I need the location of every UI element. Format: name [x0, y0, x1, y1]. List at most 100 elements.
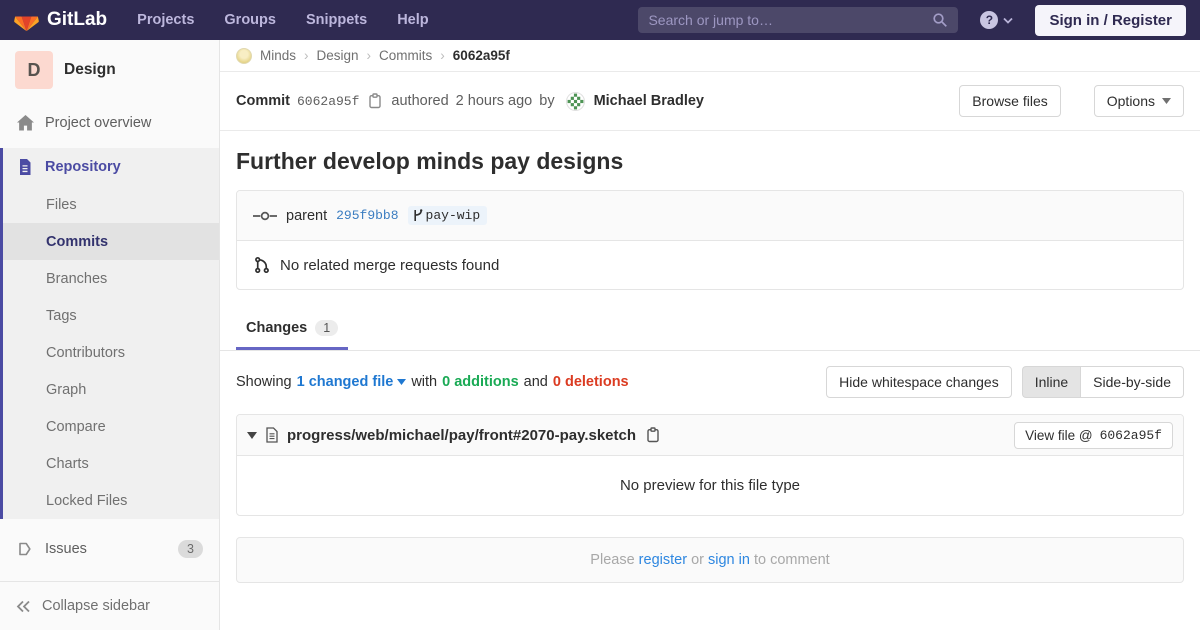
commit-sha: 6062a95f — [296, 93, 360, 109]
sidebar-item-label: Repository — [45, 159, 121, 175]
or-text: or — [691, 552, 704, 568]
to-comment-text: to comment — [753, 552, 830, 568]
global-search[interactable] — [638, 7, 959, 33]
changed-files-label: 1 changed file — [296, 374, 394, 390]
sidebar-item-compare[interactable]: Compare — [3, 408, 219, 445]
view-file-label: View file @ — [1025, 427, 1093, 443]
ref-badge[interactable]: pay-wip — [407, 206, 488, 225]
changed-files-dropdown[interactable]: 1 changed file — [297, 374, 407, 390]
diff-file-body: No preview for this file type — [237, 456, 1183, 515]
merge-request-icon — [253, 256, 271, 274]
main-content: Minds › Design › Commits › 6062a95f Comm… — [220, 0, 1200, 583]
register-link[interactable]: register — [639, 552, 687, 568]
sidebar-section-repository: Repository Files Commits Branches Tags C… — [0, 148, 219, 519]
browse-files-button[interactable]: Browse files — [959, 85, 1061, 117]
author-name[interactable]: Michael Bradley — [594, 93, 704, 109]
document-icon — [16, 159, 34, 175]
please-text: Please — [590, 552, 635, 568]
deletions-count: 0 deletions — [552, 374, 629, 390]
commit-parents-row: parent 295f9bb8 pay-wip — [237, 191, 1183, 241]
sign-in-register-button[interactable]: Sign in / Register — [1035, 4, 1186, 36]
diff-file-header: progress/web/michael/pay/front#2070-pay.… — [237, 415, 1183, 456]
commit-meta-bar: Commit 6062a95f authored 2 hours ago by — [220, 72, 1200, 131]
collapse-caret-icon[interactable] — [247, 431, 257, 439]
commit-title: Further develop minds pay designs — [236, 148, 624, 174]
file-icon — [265, 427, 279, 443]
sidebar-item-project-overview[interactable]: Project overview — [0, 104, 219, 142]
collapse-sidebar-button[interactable]: Collapse sidebar — [0, 581, 219, 630]
ref-name: pay-wip — [425, 208, 481, 223]
brand-text: GitLab — [47, 9, 108, 30]
breadcrumb-current-sha: 6062a95f — [452, 48, 510, 63]
project-name: Design — [64, 61, 116, 78]
commit-tabs: Changes 1 — [220, 304, 1200, 351]
issues-icon — [16, 541, 34, 557]
search-icon[interactable] — [932, 12, 948, 28]
options-dropdown-button[interactable]: Options — [1093, 85, 1184, 117]
nav-link-groups[interactable]: Groups — [224, 12, 276, 28]
options-label: Options — [1106, 93, 1155, 109]
sidebar-item-label: Issues — [45, 541, 87, 557]
tab-changes[interactable]: Changes 1 — [236, 307, 349, 350]
view-file-button[interactable]: View file @ 6062a95f — [1014, 421, 1173, 449]
branch-icon — [413, 209, 423, 222]
side-by-side-view-button[interactable]: Side-by-side — [1080, 366, 1184, 398]
sign-in-link[interactable]: sign in — [708, 552, 750, 568]
caret-down-icon — [1162, 98, 1171, 104]
copy-file-path-button[interactable] — [644, 427, 662, 443]
help-icon: ? — [980, 11, 999, 29]
commit-info-box: parent 295f9bb8 pay-wip No related merge… — [236, 190, 1184, 290]
breadcrumb: Minds › Design › Commits › 6062a95f — [220, 40, 1200, 72]
no-preview-text: No preview for this file type — [619, 477, 801, 494]
inline-view-button[interactable]: Inline — [1021, 366, 1081, 398]
sidebar-item-branches[interactable]: Branches — [3, 260, 219, 297]
tab-changes-label: Changes — [246, 320, 308, 336]
gitlab-logo[interactable]: GitLab — [14, 8, 107, 32]
breadcrumb-project[interactable]: Design — [317, 48, 359, 63]
breadcrumb-separator: › — [304, 48, 309, 63]
parent-sha-link[interactable]: 295f9bb8 — [336, 208, 398, 223]
sidebar-item-contributors[interactable]: Contributors — [3, 334, 219, 371]
authored-text: authored — [391, 93, 449, 109]
comment-prompt: Please register or sign in to comment — [236, 537, 1184, 583]
diff-view-controls: Hide whitespace changes Inline Side-by-s… — [826, 366, 1184, 398]
commit-actions: Browse files Options — [959, 85, 1184, 117]
related-merge-requests-row: No related merge requests found — [237, 241, 1183, 289]
home-icon — [16, 115, 34, 131]
help-menu[interactable]: ? — [980, 11, 1014, 29]
and-text: and — [523, 374, 548, 390]
author-avatar[interactable] — [565, 91, 585, 111]
sidebar-item-tags[interactable]: Tags — [3, 297, 219, 334]
sidebar-item-commits[interactable]: Commits — [3, 223, 219, 260]
additions-count: 0 additions — [442, 374, 519, 390]
sidebar-item-repository[interactable]: Repository — [3, 148, 219, 186]
nav-link-projects[interactable]: Projects — [137, 12, 194, 28]
view-file-sha: 6062a95f — [1099, 427, 1162, 443]
sidebar-item-charts[interactable]: Charts — [3, 445, 219, 482]
project-sidebar: D Design Project overview Repository Fil… — [0, 40, 220, 630]
sidebar-item-files[interactable]: Files — [3, 186, 219, 223]
hide-whitespace-button[interactable]: Hide whitespace changes — [826, 366, 1012, 398]
breadcrumb-group[interactable]: Minds — [260, 48, 296, 63]
gitlab-tanuki-icon — [14, 8, 39, 32]
commit-time-ago: 2 hours ago — [455, 93, 533, 109]
diff-file-box: progress/web/michael/pay/front#2070-pay.… — [236, 414, 1184, 516]
navbar-links: Projects Groups Snippets Help — [137, 12, 428, 28]
project-avatar: D — [15, 51, 53, 89]
sidebar-item-locked-files[interactable]: Locked Files — [3, 482, 219, 519]
breadcrumb-commits[interactable]: Commits — [379, 48, 432, 63]
nav-link-help[interactable]: Help — [397, 12, 428, 28]
sidebar-item-issues[interactable]: Issues 3 — [0, 530, 219, 568]
copy-sha-button[interactable] — [366, 93, 384, 109]
diff-file-path[interactable]: progress/web/michael/pay/front#2070-pay.… — [287, 427, 636, 444]
collapse-sidebar-label: Collapse sidebar — [42, 598, 151, 614]
project-context-header[interactable]: D Design — [0, 40, 219, 104]
commit-label: Commit — [236, 93, 290, 109]
caret-down-icon — [397, 379, 407, 385]
diff-mode-toggle: Inline Side-by-side — [1021, 366, 1184, 398]
no-merge-requests-text: No related merge requests found — [280, 256, 500, 274]
breadcrumb-separator: › — [366, 48, 372, 63]
search-input[interactable] — [648, 12, 933, 28]
nav-link-snippets[interactable]: Snippets — [306, 12, 367, 28]
sidebar-item-graph[interactable]: Graph — [3, 371, 219, 408]
